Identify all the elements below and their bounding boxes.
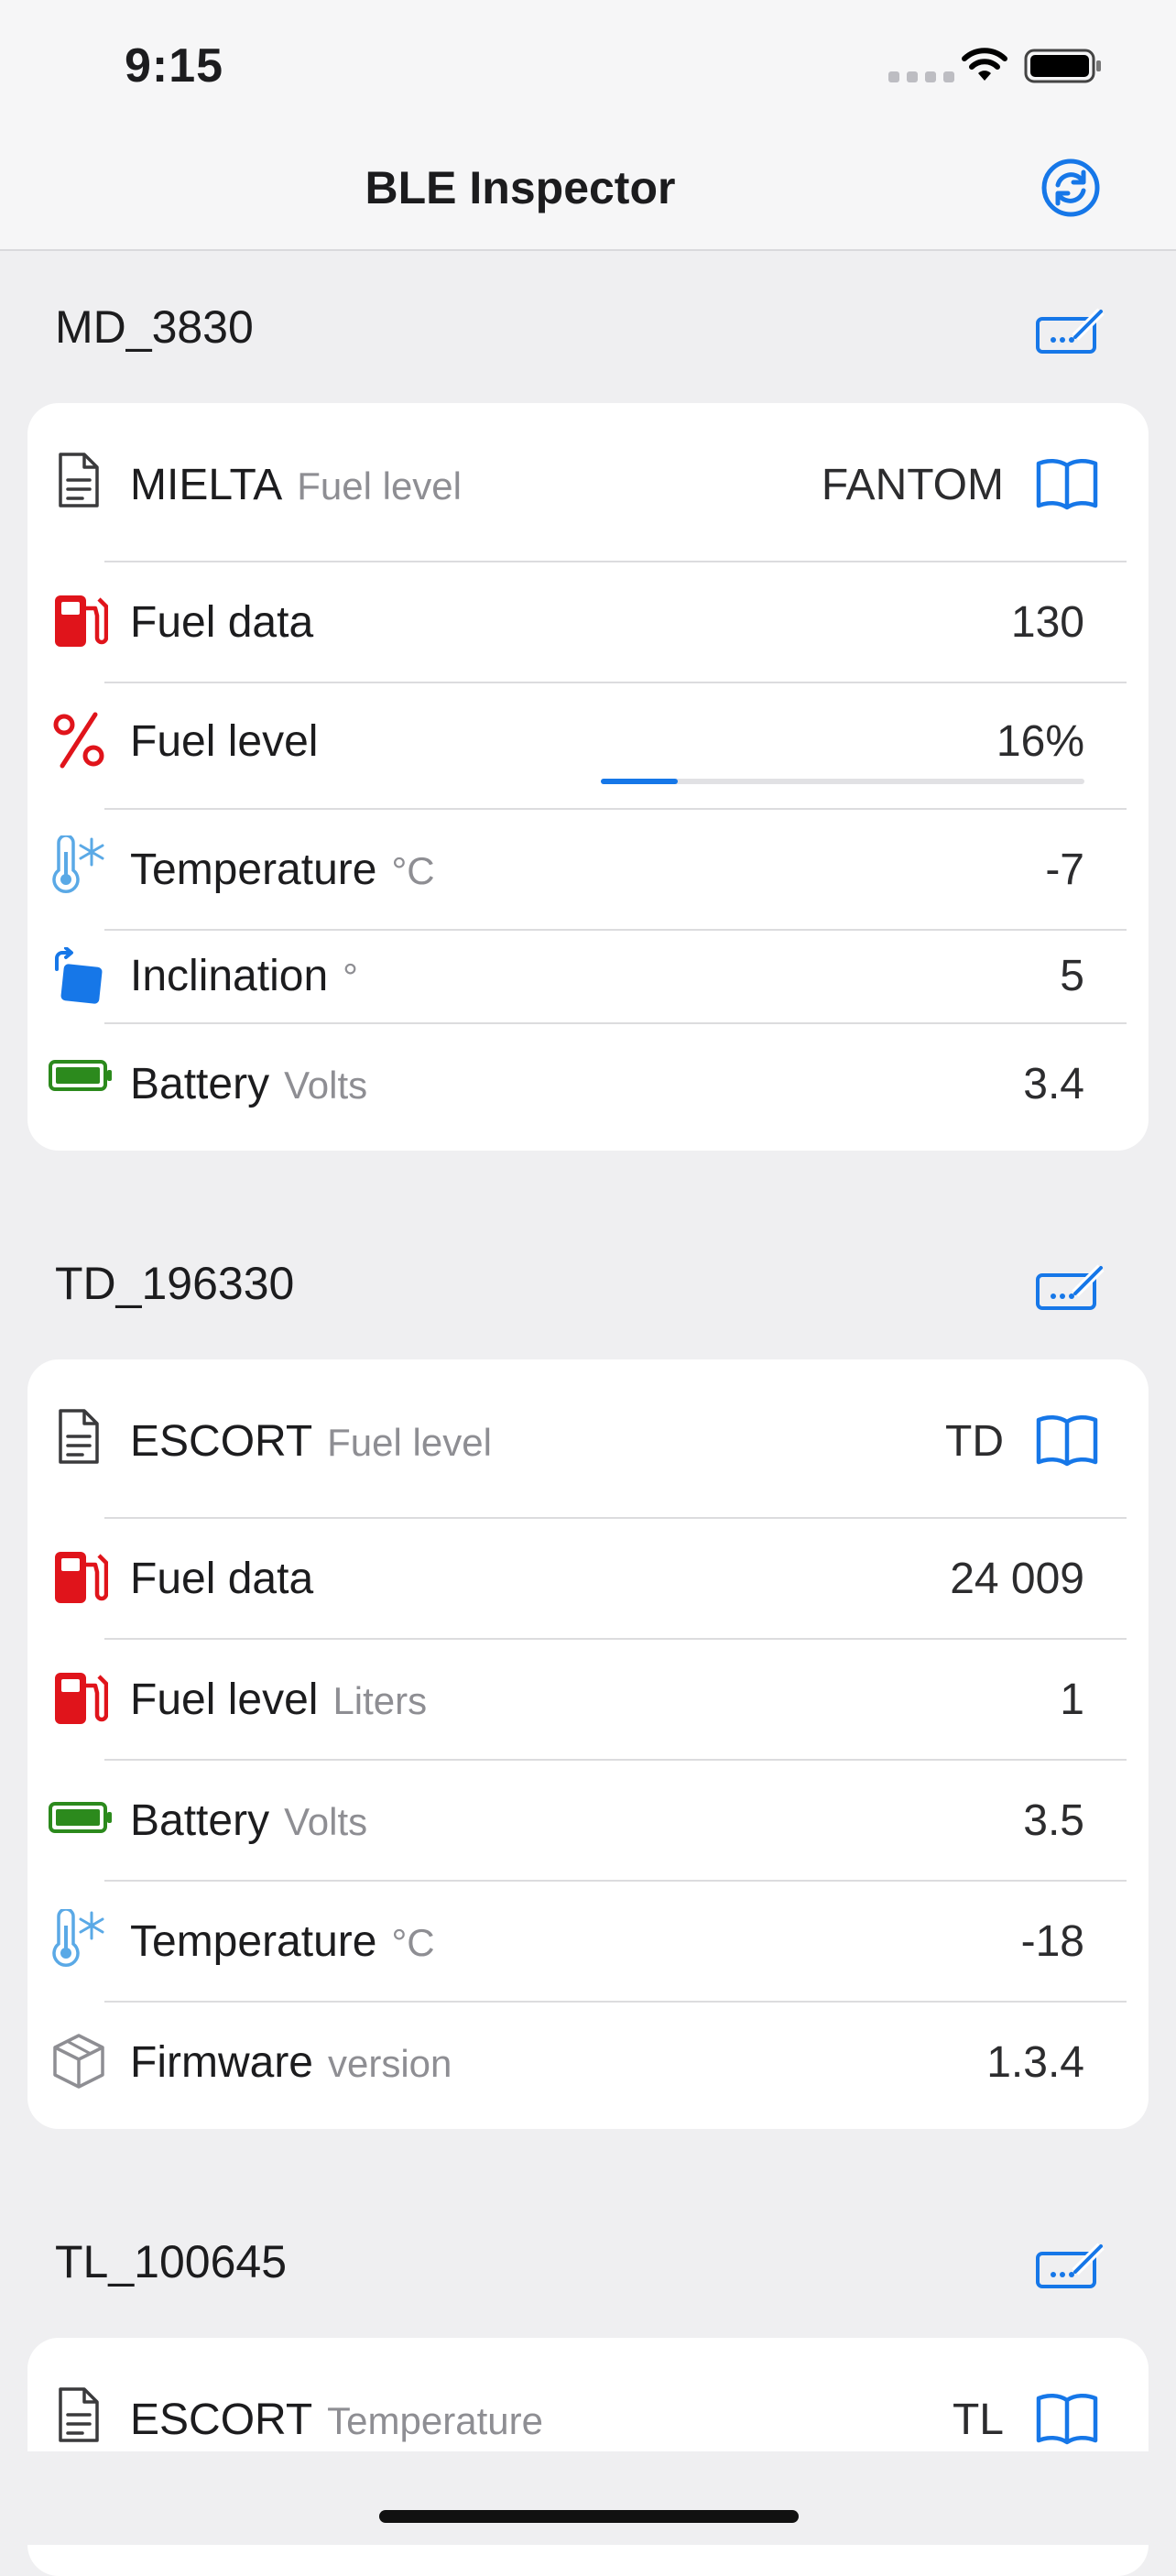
thermometer-snow-icon (52, 835, 104, 893)
bottom-safe-area (0, 2451, 1176, 2545)
status-battery-icon (1024, 49, 1101, 83)
fuel-pump-icon (55, 1673, 108, 1724)
row-label: Fuel data (130, 598, 314, 647)
wifi-icon (962, 48, 1007, 81)
row-value: 3.5 (1023, 1796, 1084, 1845)
refresh-button[interactable] (1040, 158, 1101, 218)
edit-device-button[interactable] (1035, 306, 1106, 357)
sensor-row-fuel-data: Fuel data 24 009 (27, 1519, 1149, 1638)
book-icon[interactable] (1035, 1413, 1099, 1468)
row-label: Fuel data (130, 1555, 314, 1603)
document-icon (59, 1409, 99, 1464)
sensor-row-fuel-level: Fuel level 16% (27, 683, 1149, 808)
battery-icon (49, 1802, 112, 1833)
home-indicator[interactable] (379, 2510, 799, 2523)
edit-device-button[interactable] (1035, 1262, 1106, 1314)
cellular-signal-icon (888, 71, 954, 82)
sensor-row-inclination: Inclination ° 5 (27, 931, 1149, 1022)
row-label: Fuel level Liters (130, 1675, 428, 1724)
sensor-row-battery: Battery Volts 3.5 (27, 1761, 1149, 1880)
device-name: MIELTA Fuel level (130, 461, 463, 509)
row-value: 16% (996, 717, 1084, 766)
row-value: 1 (1060, 1675, 1084, 1724)
row-value: 24 009 (950, 1555, 1084, 1603)
row-value: 3.4 (1023, 1060, 1084, 1108)
section-header-md3830: MD_3830 (55, 301, 254, 353)
sensor-row-firmware: Firmware version 1.3.4 (27, 2003, 1149, 2129)
device-card-md3830: MIELTA Fuel level FANTOM Fuel data 130 Fu… (27, 403, 1149, 1151)
document-icon (59, 453, 99, 508)
device-name: ESCORT Fuel level (130, 1417, 492, 1466)
book-icon[interactable] (1035, 2391, 1099, 2446)
cube-icon (53, 2034, 104, 2089)
fuel-level-progress (601, 779, 1084, 784)
device-card-td196330: ESCORT Fuel level TD Fuel data 24 009 Fue… (27, 1359, 1149, 2129)
status-time: 9:15 (125, 39, 224, 93)
row-label: Firmware version (130, 2038, 452, 2087)
device-row[interactable]: MIELTA Fuel level FANTOM (27, 403, 1149, 561)
sensor-row-temperature: Temperature °C -18 (27, 1882, 1149, 2001)
row-value: 1.3.4 (986, 2038, 1084, 2087)
battery-icon (49, 1060, 112, 1091)
row-label: Fuel level (130, 717, 319, 766)
section-header-tl100645: TL_100645 (55, 2236, 288, 2287)
row-value: 130 (1010, 598, 1084, 647)
device-row[interactable]: ESCORT Fuel level TD (27, 1359, 1149, 1517)
row-label: Inclination ° (130, 952, 358, 1000)
document-icon (59, 2387, 99, 2442)
sensor-row-fuel-level: Fuel level Liters 1 (27, 1640, 1149, 1759)
row-value: 5 (1060, 952, 1084, 1000)
fuel-pump-icon (55, 1552, 108, 1603)
rotate-square-icon (55, 947, 103, 1004)
device-model: FANTOM (821, 461, 1004, 509)
row-label: Temperature °C (130, 1917, 435, 1966)
thermometer-snow-icon (52, 1909, 104, 1967)
fuel-pump-icon (55, 595, 108, 647)
section-header-td196330: TD_196330 (55, 1258, 295, 1309)
sensor-row-fuel-data: Fuel data 130 (27, 562, 1149, 682)
book-icon[interactable] (1035, 456, 1099, 511)
sensor-row-temperature: Temperature °C -7 (27, 810, 1149, 929)
row-label: Temperature °C (130, 846, 435, 894)
device-model: TD (945, 1417, 1004, 1466)
device-name: ESCORT Temperature (130, 2396, 543, 2444)
row-label: Battery Volts (130, 1060, 368, 1108)
row-value: -7 (1045, 846, 1084, 894)
device-model: TL (952, 2396, 1004, 2444)
top-bar: 9:15 BLE Inspector (0, 0, 1176, 251)
row-value: -18 (1020, 1917, 1084, 1966)
page-title: BLE Inspector (365, 162, 676, 213)
sensor-row-battery: Battery Volts 3.4 (27, 1024, 1149, 1151)
fuel-level-progress-fill (601, 779, 679, 784)
edit-device-button[interactable] (1035, 2241, 1106, 2292)
row-label: Battery Volts (130, 1796, 368, 1845)
percent-icon (53, 712, 104, 769)
